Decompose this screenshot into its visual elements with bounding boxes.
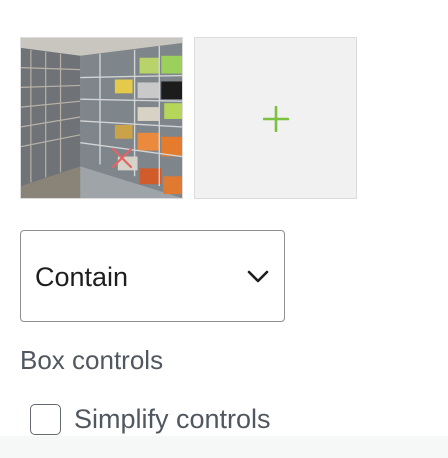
close-icon[interactable] xyxy=(111,147,133,169)
selected-image-tile[interactable] xyxy=(20,37,183,199)
image-fit-select[interactable]: Contain xyxy=(20,230,285,322)
box-controls-heading: Box controls xyxy=(20,345,164,375)
panel-footer-strip xyxy=(0,436,448,458)
simplify-controls-checkbox[interactable] xyxy=(30,403,61,435)
simplify-controls-option[interactable]: Simplify controls xyxy=(30,402,271,436)
image-fit-select-value: Contain xyxy=(35,262,129,292)
simplify-controls-label: Simplify controls xyxy=(74,404,271,434)
chevron-down-icon xyxy=(247,270,269,283)
settings-panel: Contain Box controls Simplify controls xyxy=(0,0,448,458)
warehouse-shelves-photo xyxy=(21,38,182,198)
plus-icon xyxy=(263,106,289,132)
add-image-button[interactable] xyxy=(194,37,357,199)
